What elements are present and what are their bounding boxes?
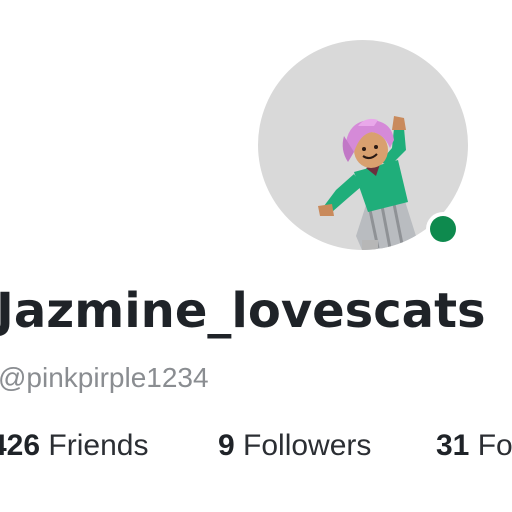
stat-followers[interactable]: 9 Followers: [218, 424, 371, 468]
stat-followers-label: Followers: [243, 429, 372, 462]
display-name: Jazmine_lovescats: [0, 283, 486, 339]
stat-followers-count: 9: [218, 429, 235, 462]
stat-friends-label: Friends: [48, 429, 149, 462]
avatar-container[interactable]: [258, 40, 470, 252]
profile-header: Jazmine_lovescats @pinkpirple1234 426 Fr…: [0, 0, 512, 512]
stat-following[interactable]: 31 Fo: [436, 424, 512, 468]
stat-friends-count: 426: [0, 429, 41, 462]
online-status-icon: [430, 216, 456, 242]
stat-following-label: Fo: [477, 429, 512, 462]
username-handle: @pinkpirple1234: [0, 362, 209, 393]
presence-indicator: [426, 212, 460, 246]
stat-following-count: 31: [436, 429, 470, 462]
stat-friends[interactable]: 426 Friends: [0, 424, 148, 468]
